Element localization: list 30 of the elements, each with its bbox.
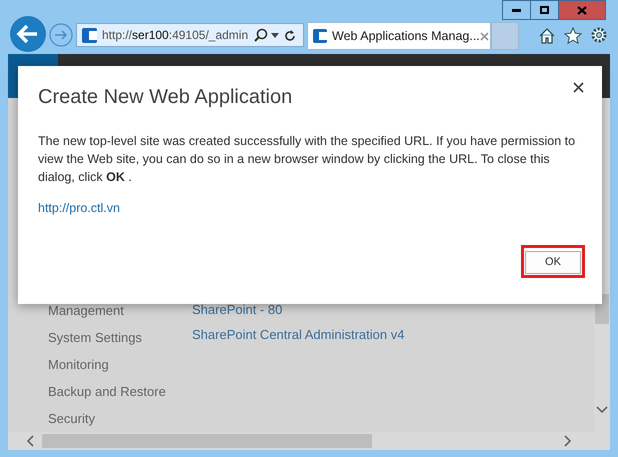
close-button[interactable] xyxy=(558,0,606,20)
horizontal-scrollbar[interactable] xyxy=(8,432,610,450)
close-window-icon xyxy=(577,6,587,14)
url-link[interactable]: http://pro.ctl.vn xyxy=(38,199,120,218)
search-icon[interactable] xyxy=(254,28,268,42)
nav-item[interactable]: Monitoring xyxy=(48,351,192,378)
back-icon[interactable] xyxy=(9,15,47,53)
minimize-button[interactable] xyxy=(502,0,531,20)
maximize-button[interactable] xyxy=(531,0,558,20)
star-icon[interactable] xyxy=(564,26,582,44)
scroll-right-icon[interactable] xyxy=(564,435,572,447)
nav-item[interactable]: Security xyxy=(48,405,192,432)
nav-item[interactable]: System Settings xyxy=(48,324,192,351)
home-icon[interactable] xyxy=(538,26,556,44)
web-application-link[interactable]: SharePoint Central Administration v4 xyxy=(192,322,404,347)
ok-button[interactable]: OK xyxy=(525,251,581,274)
nav-item[interactable]: Backup and Restore xyxy=(48,378,192,405)
settings-icon[interactable] xyxy=(590,26,608,44)
address-bar[interactable]: http://ser100:49105/_admin xyxy=(76,23,304,47)
dropdown-icon[interactable] xyxy=(271,32,280,38)
scroll-thumb[interactable] xyxy=(42,434,372,448)
close-tab-icon[interactable] xyxy=(480,32,489,40)
scroll-down-icon[interactable] xyxy=(596,406,608,414)
browser-tab[interactable]: Web Applications Manag... xyxy=(307,22,491,50)
url-text: http://ser100:49105/_admin xyxy=(102,27,248,44)
scroll-left-icon[interactable] xyxy=(26,435,34,447)
dialog-title: Create New Web Application xyxy=(38,85,292,110)
refresh-icon[interactable] xyxy=(284,28,296,42)
close-icon[interactable] xyxy=(573,82,584,93)
dialog-message: The new top-level site was created successfully with the specified URL. If you have permission to view the Web site, you can do so in a new browser window by clicking the URL. To close this dialog, click OK . xyxy=(38,133,576,186)
